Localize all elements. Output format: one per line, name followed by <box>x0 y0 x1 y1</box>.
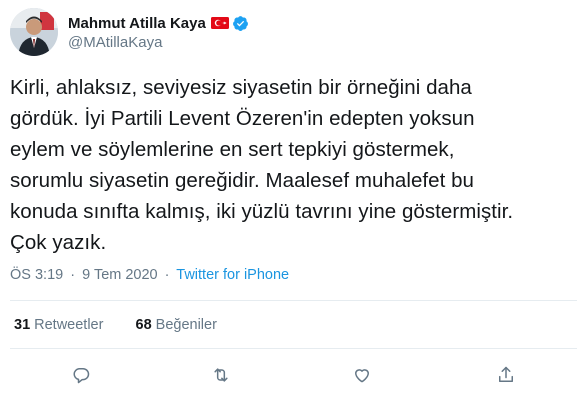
likes-stat[interactable]: 68 Beğeniler <box>136 317 217 333</box>
tweet-meta: ÖS 3:19 · 9 Tem 2020 · Twitter for iPhon… <box>10 267 289 283</box>
like-button[interactable] <box>350 363 374 387</box>
display-name[interactable]: Mahmut Atilla Kaya <box>68 15 206 32</box>
heart-icon <box>355 369 369 383</box>
divider <box>10 348 577 349</box>
tweet-card: Mahmut Atilla Kaya @MAtillaKaya Kirli, a… <box>0 0 577 401</box>
tweet-header: Mahmut Atilla Kaya @MAtillaKaya <box>10 8 570 56</box>
tweet-text: Kirli, ahlaksız, seviyesiz siyasetin bir… <box>10 76 514 254</box>
tweet-source-link[interactable]: Twitter for iPhone <box>176 267 289 283</box>
tweet-actions <box>0 363 577 387</box>
retweets-stat[interactable]: 31 Retweetler <box>14 317 107 333</box>
author-handle[interactable]: @MAtillaKaya <box>68 34 249 51</box>
retweets-label: Retweetler <box>34 317 104 333</box>
meta-separator: · <box>164 267 170 283</box>
retweets-count: 31 <box>14 317 31 333</box>
reply-icon <box>73 368 90 384</box>
tweet-date[interactable]: 9 Tem 2020 <box>82 267 158 283</box>
share-icon <box>499 366 513 382</box>
reply-button[interactable] <box>69 363 93 387</box>
retweet-icon <box>214 368 228 382</box>
divider <box>10 300 577 301</box>
likes-label: Beğeniler <box>155 317 217 333</box>
verified-badge-icon <box>232 15 248 31</box>
author-names: Mahmut Atilla Kaya @MAtillaKaya <box>68 13 249 51</box>
avatar[interactable] <box>10 8 58 56</box>
likes-count: 68 <box>135 317 152 333</box>
retweet-button[interactable] <box>209 363 233 387</box>
share-button[interactable] <box>494 363 518 387</box>
tweet-time[interactable]: ÖS 3:19 <box>10 267 63 283</box>
tweet-stats: 31 Retweetler 68 Beğeniler <box>14 317 217 333</box>
display-name-row: Mahmut Atilla Kaya <box>68 13 249 33</box>
meta-separator: · <box>70 267 76 283</box>
turkey-flag-icon <box>210 17 229 29</box>
